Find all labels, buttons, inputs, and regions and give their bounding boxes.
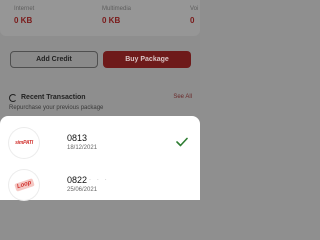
recent-transaction-title: Recent Transaction <box>21 94 86 101</box>
see-all-link[interactable]: See All <box>173 94 192 100</box>
logo-text: simPATI <box>15 140 33 146</box>
stat-label: Voi <box>190 6 199 12</box>
stat-value: 0 KB <box>14 16 33 25</box>
add-credit-button[interactable]: Add Credit <box>10 51 98 68</box>
stat-voice: Voi 0 <box>190 6 198 25</box>
item-date: 25/06/2021 <box>67 187 98 193</box>
recent-transaction-subtitle: Repurchase your previous package <box>9 105 104 111</box>
number-picker-sheet: simPATI 0813 18/12/2021 Loop 0822 . . . … <box>0 116 200 200</box>
stat-value: 0 KB <box>102 16 121 25</box>
number-item[interactable]: simPATI 0813 18/12/2021 <box>0 128 200 162</box>
recent-transaction-header: Recent Transaction See All <box>9 94 192 104</box>
phone-number: 0822 <box>67 175 88 185</box>
stat-multimedia: Multimedia 0 KB <box>102 6 131 25</box>
masked-digits: . . . <box>89 175 109 182</box>
stat-internet: Internet 0 KB <box>14 6 34 25</box>
stat-label: Multimedia <box>102 6 132 12</box>
buy-package-button[interactable]: Buy Package <box>103 51 191 68</box>
logo-text: Loop <box>13 178 35 192</box>
phone-number: 0813 <box>67 133 88 143</box>
simpati-logo: simPATI <box>9 128 39 158</box>
item-date: 18/12/2021 <box>67 145 98 151</box>
stat-value: 0 <box>190 16 195 25</box>
stat-label: Internet <box>14 6 35 12</box>
loop-logo: Loop <box>9 170 39 200</box>
number-item[interactable]: Loop 0822 . . . 25/06/2021 <box>0 170 200 204</box>
check-icon <box>176 137 188 147</box>
refresh-icon <box>9 94 17 102</box>
usage-stats-card: Internet 0 KB Multimedia 0 KB Voi 0 <box>0 0 200 36</box>
